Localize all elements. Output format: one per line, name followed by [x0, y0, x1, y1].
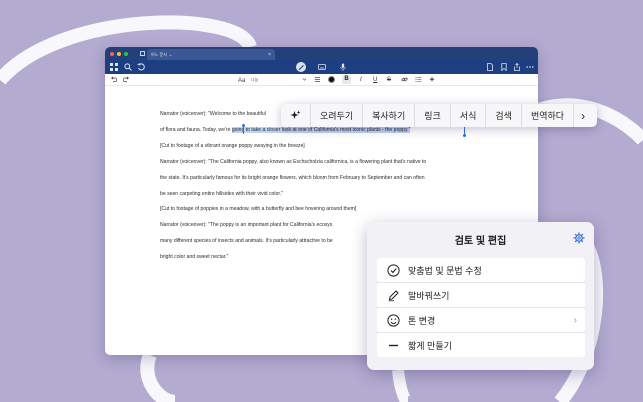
- zoom-window-button[interactable]: [124, 51, 128, 56]
- copy-menu-item[interactable]: 복사하기: [363, 104, 416, 127]
- text-line[interactable]: Narrator (voiceover): "Welcome to the be…: [160, 111, 266, 118]
- list-icon[interactable]: [415, 76, 422, 84]
- text-line[interactable]: bright color and sweet nectar.": [160, 254, 228, 261]
- underline-button[interactable]: U: [373, 76, 377, 84]
- bold-button[interactable]: B: [342, 75, 351, 84]
- font-style-icon[interactable]: Aa: [238, 76, 245, 84]
- chevron-down-icon[interactable]: [301, 76, 308, 84]
- ai-sparkle-icon[interactable]: [429, 76, 436, 84]
- document-tab[interactable]: 어느 문서 ⌄ ×: [147, 49, 275, 60]
- text-line[interactable]: [Cut to footage of a vibrant orange popp…: [160, 143, 305, 150]
- selection-end-knob[interactable]: [463, 134, 466, 137]
- microphone-icon[interactable]: [339, 63, 347, 71]
- format-toolbar: Aa 나눔 B I U S: [105, 74, 538, 86]
- text-line[interactable]: Narrator (voiceover): "The California po…: [160, 159, 426, 166]
- bookmark-icon[interactable]: [500, 63, 508, 71]
- minimize-window-button[interactable]: [117, 51, 121, 56]
- text-fragment[interactable]: of flora and fauna. Today, we're: [160, 127, 232, 133]
- window-controls: [110, 51, 128, 56]
- text-line[interactable]: be seen carpeting entire hillsides with …: [160, 191, 283, 198]
- chevron-down-icon[interactable]: ⌄: [169, 52, 172, 57]
- context-menu: 오려두기 복사하기 링크 서식 검색 번역하다 ›: [281, 104, 597, 127]
- main-toolbar: [105, 60, 538, 74]
- share-icon[interactable]: [513, 63, 521, 71]
- link-icon[interactable]: [401, 76, 408, 84]
- text-line[interactable]: of flora and fauna. Today, we're going t…: [160, 127, 411, 134]
- check-circle-icon: [387, 263, 400, 277]
- svg-text:Aa: Aa: [238, 78, 245, 83]
- option-label: 톤 변경: [408, 315, 436, 326]
- grid-icon[interactable]: [110, 63, 118, 71]
- selection-start-knob[interactable]: [242, 124, 245, 127]
- undo-icon[interactable]: [110, 76, 117, 84]
- panel-title: 검토 및 편집: [454, 236, 507, 247]
- sparkle-icon: [290, 110, 301, 119]
- redo-icon[interactable]: [123, 76, 130, 84]
- strikethrough-button[interactable]: S: [387, 76, 391, 84]
- document-icon[interactable]: [486, 63, 494, 71]
- text-line[interactable]: many different species of insects and an…: [160, 238, 333, 245]
- more-menu-button[interactable]: ›: [574, 104, 592, 127]
- text-color-button[interactable]: [328, 76, 335, 83]
- close-window-button[interactable]: [110, 51, 114, 56]
- selected-text[interactable]: going to take a closer look at one of Ca…: [231, 127, 411, 133]
- translate-menu-item[interactable]: 번역하다: [522, 104, 575, 127]
- selection-start-handle[interactable]: [243, 126, 244, 134]
- paragraph-align-icon[interactable]: [314, 76, 321, 84]
- fix-spelling-grammar-option[interactable]: 맞춤법 및 문법 수정: [377, 258, 585, 282]
- italic-button[interactable]: I: [360, 76, 362, 84]
- option-label: 말바꿔쓰기: [408, 290, 450, 301]
- title-bar: 어느 문서 ⌄ ×: [105, 47, 538, 60]
- undo-history-icon[interactable]: [137, 63, 145, 71]
- text-line[interactable]: [Cut to footage of poppies in a meadow, …: [160, 206, 356, 213]
- review-edit-panel: 검토 및 편집 맞춤법 및 문법 수정 말바꿔쓰기 톤 변경 › 짧게 만들기: [367, 222, 594, 370]
- option-label: 짧게 만들기: [408, 340, 452, 351]
- font-name-select[interactable]: 나눔: [251, 75, 258, 84]
- ai-sparkle-button[interactable]: [281, 104, 311, 127]
- keyboard-icon[interactable]: [318, 63, 326, 71]
- home-icon[interactable]: [140, 51, 145, 56]
- smiley-icon: [387, 313, 400, 327]
- option-label: 맞춤법 및 문법 수정: [408, 265, 482, 276]
- minus-icon: [387, 339, 400, 352]
- search-icon[interactable]: [124, 63, 132, 71]
- close-tab-icon[interactable]: ×: [268, 52, 271, 58]
- text-line[interactable]: the state. It's particularly famous for …: [160, 175, 425, 182]
- shorten-option[interactable]: 짧게 만들기: [377, 333, 585, 357]
- chevron-right-icon: ›: [573, 314, 577, 326]
- link-menu-item[interactable]: 링크: [415, 104, 451, 127]
- cut-menu-item[interactable]: 오려두기: [311, 104, 364, 127]
- pen-mode-button[interactable]: [296, 62, 306, 72]
- paraphrase-option[interactable]: 말바꿔쓰기: [377, 283, 585, 307]
- search-menu-item[interactable]: 검색: [486, 104, 522, 127]
- more-icon[interactable]: [526, 63, 534, 71]
- text-line[interactable]: Narrator (voiceover): "The poppy is an i…: [160, 222, 332, 229]
- settings-gear-icon[interactable]: [573, 232, 585, 244]
- format-menu-item[interactable]: 서식: [451, 104, 487, 127]
- change-tone-option[interactable]: 톤 변경 ›: [377, 308, 585, 332]
- document-tab-title: 어느 문서: [151, 51, 167, 57]
- pen-icon: [387, 289, 400, 302]
